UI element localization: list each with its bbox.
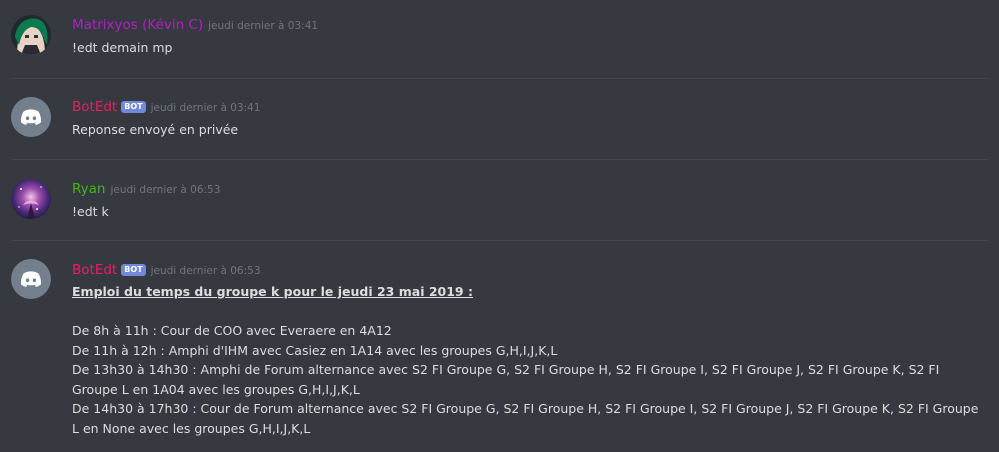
message-content: Emploi du temps du groupe k pour le jeud… <box>72 282 987 438</box>
author-name[interactable]: Matrixyos (Kévin C) <box>72 17 203 33</box>
discord-logo-icon[interactable] <box>11 97 51 137</box>
timestamp: jeudi dernier à 03:41 <box>208 20 319 32</box>
message-divider <box>11 78 989 79</box>
discord-logo-icon[interactable] <box>11 259 51 299</box>
timestamp: jeudi dernier à 06:53 <box>110 184 221 196</box>
bot-badge: BOT <box>121 101 146 113</box>
timestamp: jeudi dernier à 03:41 <box>150 102 261 114</box>
schedule-heading: Emploi du temps du groupe k pour le jeud… <box>72 284 473 299</box>
message-divider <box>11 159 989 160</box>
schedule-line: De 8h à 11h : Cour de COO avec Everaere … <box>72 323 392 338</box>
schedule-line: De 14h30 à 17h30 : Cour de Forum alterna… <box>72 401 979 436</box>
user-avatar[interactable] <box>11 179 51 219</box>
user-avatar[interactable] <box>11 15 51 55</box>
schedule-line: De 13h30 à 14h30 : Amphi de Forum altern… <box>72 362 940 397</box>
author-name[interactable]: BotEdt <box>72 262 117 278</box>
author-name[interactable]: BotEdt <box>72 99 117 115</box>
message-text: Reponse envoyé en privée <box>72 122 239 137</box>
timestamp: jeudi dernier à 06:53 <box>150 265 261 277</box>
schedule-line: De 11h à 12h : Amphi d'IHM avec Casiez e… <box>72 342 558 358</box>
author-name[interactable]: Ryan <box>72 181 105 197</box>
message-divider <box>11 240 989 241</box>
bot-badge: BOT <box>121 264 146 276</box>
message-text: !edt k <box>72 204 109 219</box>
message-text: !edt demain mp <box>72 40 173 55</box>
